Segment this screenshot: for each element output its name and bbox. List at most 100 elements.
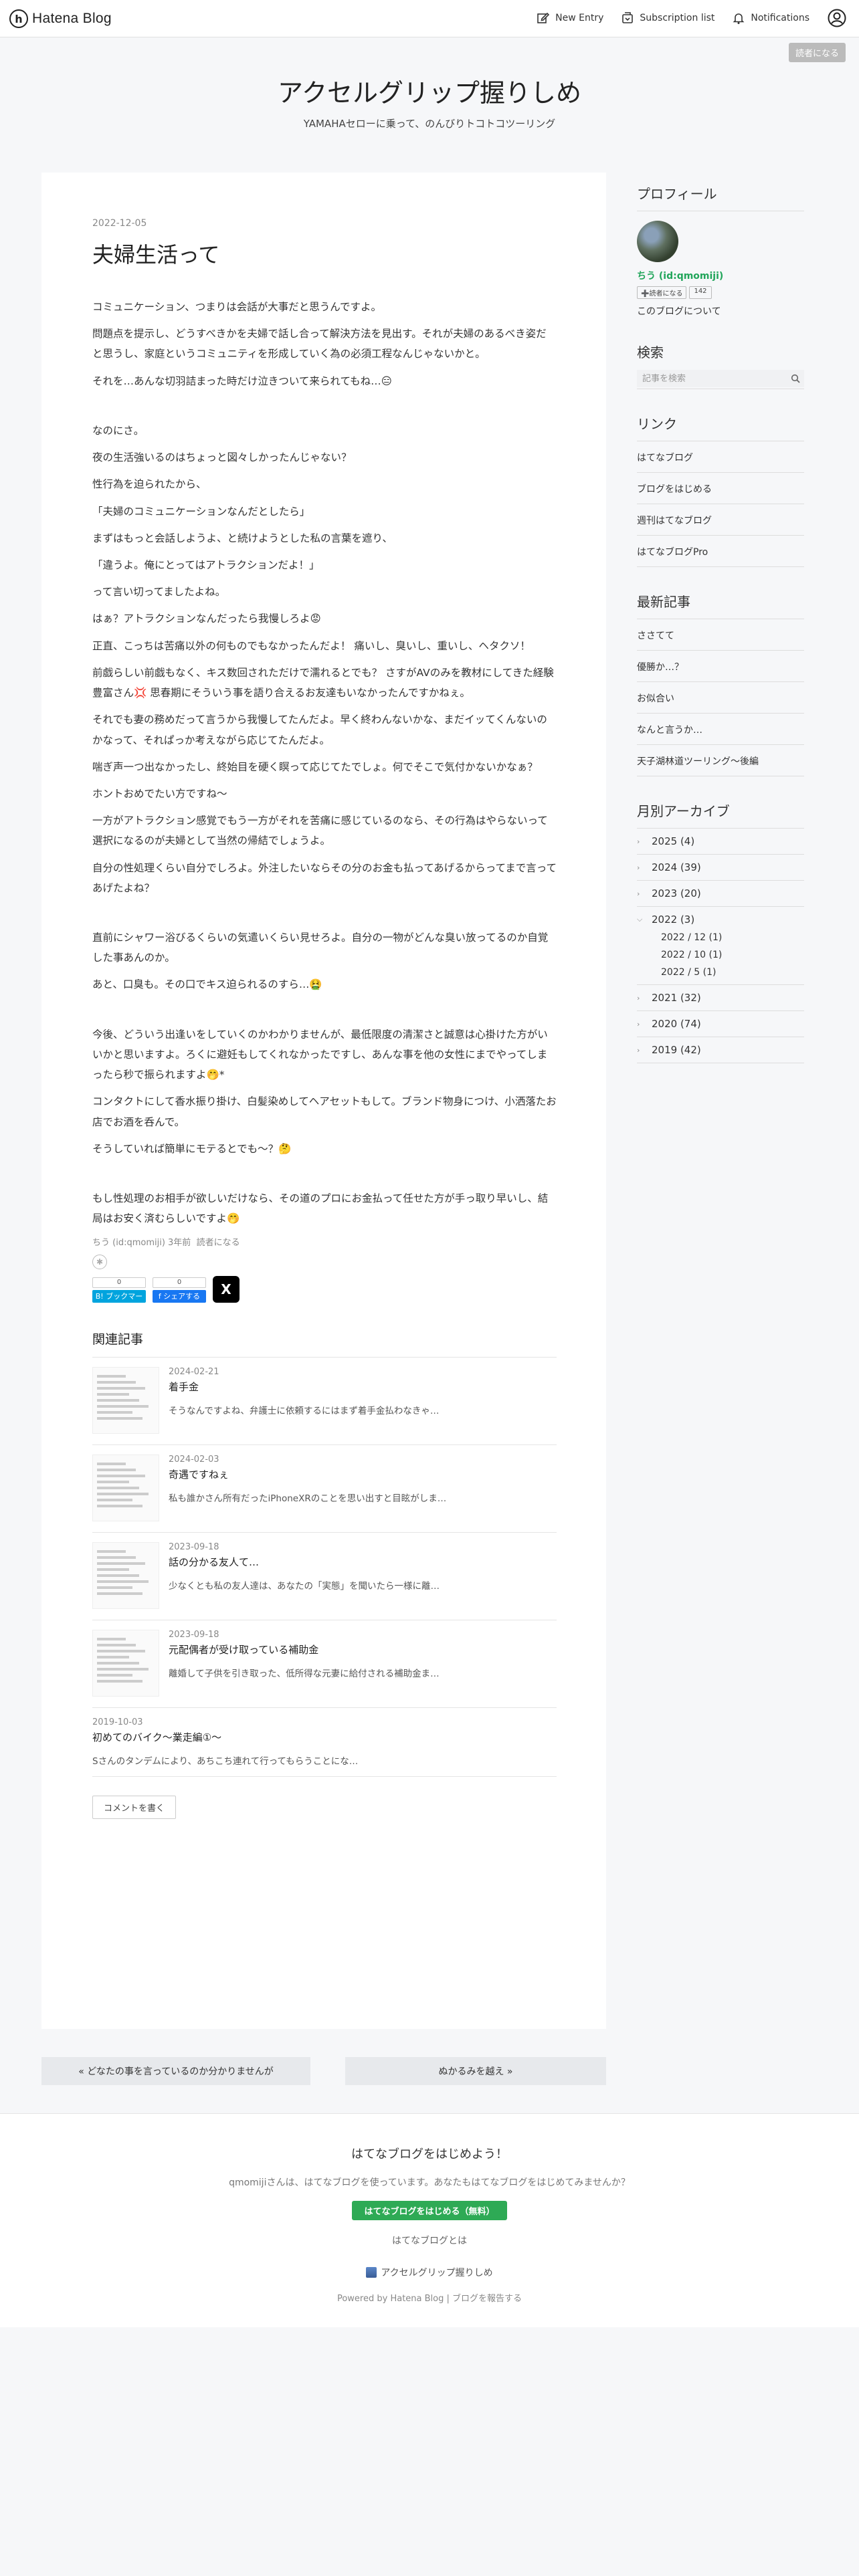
powered-by-link[interactable]: Powered by Hatena Blog <box>337 2294 444 2304</box>
start-blog-button[interactable]: はてなブログをはじめる（無料） <box>352 2201 507 2220</box>
archive-year-label[interactable]: 2020 (74) <box>652 1018 701 1030</box>
archive-year-label[interactable]: 2021 (32) <box>652 992 701 1004</box>
chevron-down-icon[interactable]: ⌵ <box>637 915 645 924</box>
notifications-label: Notifications <box>751 13 809 23</box>
recent-title: 最新記事 <box>637 591 804 619</box>
entry-paragraph: 今後、どういう出逢いをしていくのかわかりませんが、最低限度の清潔さと誠意は心掛け… <box>92 1028 548 1081</box>
subscription-list-link[interactable]: Subscription list <box>621 8 714 28</box>
archive-year[interactable]: › 2024 (39) <box>637 855 804 881</box>
hatena-bookmark-share[interactable]: 0 B! ブックマーク <box>92 1277 146 1313</box>
next-entry-link[interactable]: ぬかるみを越え » <box>345 2057 606 2085</box>
about-hatena-blog-link[interactable]: はてなブログとは <box>0 2234 859 2247</box>
related-entry[interactable]: 2019-10-03 初めてのバイク〜業走編①〜 Sさんのタンデムにより、あちこち連… <box>92 1708 557 1778</box>
chevron-right-icon[interactable]: › <box>637 837 645 846</box>
archive-year[interactable]: › 2025 (4) <box>637 829 804 855</box>
subscriber-count[interactable]: 142 <box>689 286 712 299</box>
bookmark-button[interactable]: B! ブックマーク <box>92 1290 146 1313</box>
chevron-right-icon[interactable]: › <box>637 863 645 872</box>
blog-icon <box>366 2267 377 2278</box>
related-date: 2024-02-21 <box>169 1367 219 1378</box>
chevron-right-icon[interactable]: › <box>637 994 645 1002</box>
related-snippet: 私も誰かさん所有だったiPhoneXRのことを思い出すと目眩がしま… <box>169 1493 447 1505</box>
recent-entry-link[interactable]: なんと言うか… <box>637 714 804 745</box>
recent-entry-link[interactable]: 優勝か…？ <box>637 651 804 682</box>
related-thumbnail[interactable] <box>92 1542 159 1610</box>
footer-title: はてなブログをはじめよう！ <box>351 2147 508 2161</box>
archive-year-label[interactable]: 2019 (42) <box>652 1044 701 1056</box>
related-title-link[interactable]: 元配偶者が受け取っている補助金 <box>169 1642 440 1656</box>
prev-entry-link[interactable]: « どなたの事を言っているのか分かりませんが <box>41 2057 310 2085</box>
entry-time[interactable]: 3年前 <box>168 1238 191 1248</box>
chevron-right-icon[interactable]: › <box>637 1046 645 1055</box>
profile-subscribe-button[interactable]: ➕読者になる <box>637 286 687 299</box>
notifications-link[interactable]: Notifications <box>732 8 809 28</box>
archive-year-label[interactable]: 2024 (39) <box>652 861 701 873</box>
add-star-icon[interactable]: ✱ <box>92 1255 107 1270</box>
search-icon[interactable] <box>787 369 804 387</box>
related-entry[interactable]: 2024-02-03 奇遇ですねぇ 私も誰かさん所有だったiPhoneXRのことを思… <box>92 1445 557 1533</box>
user-menu-button[interactable] <box>827 8 847 28</box>
blog-description: YAMAHAセローに乗って、のんびりトコトコツーリング <box>303 118 556 130</box>
related-entry[interactable]: 2024-02-21 着手金 そうなんですよね、弁護士に依頼するにはまず着手金払わな… <box>92 1358 557 1446</box>
recent-entry-link[interactable]: 天子湖林道ツーリング〜後編 <box>637 745 804 776</box>
profile-name[interactable]: ちう (id:qmomiji) <box>637 269 804 282</box>
recent-entry-link[interactable]: ささてて <box>637 619 804 651</box>
related-entry[interactable]: 2023-09-18 話の分かる友人て… 少なくとも私の友人達は、あなたの「実態」を… <box>92 1533 557 1621</box>
related-thumbnail[interactable] <box>92 1455 159 1522</box>
powered-by: Powered by Hatena Blog | ブログを報告する <box>337 2294 522 2304</box>
related-date: 2023-09-18 <box>169 1630 219 1640</box>
entry-paragraph: 直前にシャワー浴びるくらいの気遣いくらい見せろよ。自分の一物がどんな臭い放ってる… <box>92 932 549 964</box>
blog-title[interactable]: アクセルグリップ握りしめ <box>0 72 859 109</box>
archive-month-link[interactable]: 2022 / 12 (1) <box>637 932 804 943</box>
entry-paragraph: 「夫婦のコミュニケーションなんだとしたら」 <box>92 505 310 518</box>
archive-year-open: ⌵ 2022 (3) 2022 / 12 (1) 2022 / 10 (1) 202… <box>637 907 804 985</box>
archive-year[interactable]: › 2020 (74) <box>637 1011 804 1037</box>
related-entry[interactable]: 2023-09-18 元配偶者が受け取っている補助金 離婚して子供を引き取った、低所… <box>92 1620 557 1709</box>
user-icon <box>828 9 846 27</box>
report-blog-link[interactable]: ブログを報告する <box>452 2294 522 2304</box>
related-thumbnail[interactable] <box>92 1630 159 1697</box>
facebook-share-button[interactable]: f シェアする <box>153 1290 206 1303</box>
related-title-link[interactable]: 着手金 <box>169 1380 439 1394</box>
footer-blog-link[interactable]: アクセルグリップ握りしめ <box>0 2266 859 2279</box>
subscribe-button[interactable]: 読者になる <box>788 43 846 62</box>
sidebar-link[interactable]: 週刊はてなブログ <box>637 504 804 536</box>
archive-year[interactable]: › 2019 (42) <box>637 1037 804 1063</box>
sidebar-link[interactable]: ブログをはじめる <box>637 473 804 504</box>
entry-date[interactable]: 2022-12-05 <box>92 218 557 229</box>
archive-year[interactable]: › 2021 (32) <box>637 985 804 1011</box>
entry-paragraph: 前戯らしい前戯もなく、キス数回されただけで濡れるとでも？ さすがAVのみを教材に… <box>92 666 554 700</box>
archive-year-label[interactable]: 2023 (20) <box>652 887 701 899</box>
related-title-link[interactable]: 奇遇ですねぇ <box>169 1467 446 1481</box>
x-share-button[interactable]: X <box>213 1276 240 1303</box>
entry-title[interactable]: 夫婦生活って <box>92 238 557 269</box>
archive-year[interactable]: › 2023 (20) <box>637 881 804 907</box>
archive-month-link[interactable]: 2022 / 10 (1) <box>637 950 804 960</box>
chevron-right-icon[interactable]: › <box>637 889 645 898</box>
archive-year-label[interactable]: 2022 (3) <box>652 914 694 926</box>
x-icon: X <box>221 1281 231 1298</box>
new-entry-link[interactable]: New Entry <box>537 8 603 28</box>
search-input[interactable] <box>637 369 787 387</box>
chevron-right-icon[interactable]: › <box>637 1020 645 1029</box>
hatena-blog-logo[interactable]: h Hatena Blog <box>9 9 112 28</box>
related-title-link[interactable]: 初めてのバイク〜業走編①〜 <box>92 1730 358 1744</box>
recent-entry-link[interactable]: お似合い <box>637 682 804 714</box>
archive-month-link[interactable]: 2022 / 5 (1) <box>637 967 804 978</box>
sidebar-link[interactable]: はてなブログ <box>637 441 804 473</box>
archive-year-label[interactable]: 2025 (4) <box>652 835 694 847</box>
entry-author[interactable]: ちう (id:qmomiji) <box>92 1238 165 1248</box>
related-title: 関連記事 <box>92 1329 557 1358</box>
about-blog-link[interactable]: このブログについて <box>637 304 804 318</box>
entry-paragraph: ホントおめでたい方ですね〜 <box>92 787 227 800</box>
entry-paragraph: 夜の生活強いるのはちょっと図々しかったんじゃない？ <box>92 451 352 464</box>
entry-paragraph: って言い切ってましたよね。 <box>92 586 226 599</box>
entry-body: コミュニケーション、つまりは会話が大事だと思うんですよ。 問題点を提示し、どうすべ… <box>92 297 557 1228</box>
sidebar-link[interactable]: はてなブログPro <box>637 536 804 567</box>
related-thumbnail[interactable] <box>92 1367 159 1434</box>
related-title-link[interactable]: 話の分かる友人て… <box>169 1555 440 1569</box>
facebook-share[interactable]: 0 f シェアする <box>153 1277 206 1303</box>
footer-subscribe-link[interactable]: 読者になる <box>197 1238 240 1248</box>
write-comment-button[interactable]: コメントを書く <box>92 1796 177 1820</box>
avatar[interactable] <box>637 221 678 262</box>
